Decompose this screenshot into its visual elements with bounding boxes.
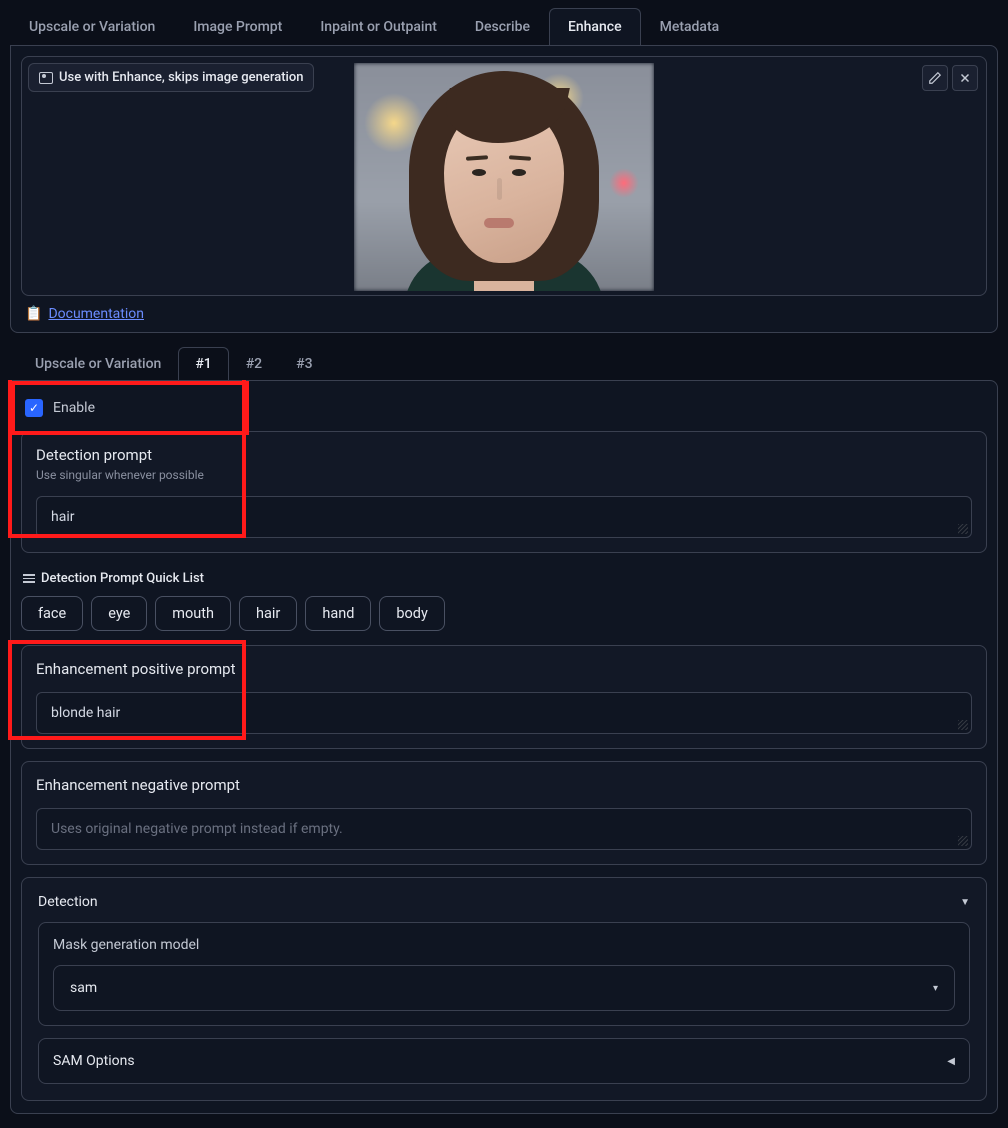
dropdown-caret-icon: ▾ xyxy=(933,983,938,994)
upload-banner-text: Use with Enhance, skips image generation xyxy=(59,70,303,85)
documentation-link[interactable]: Documentation xyxy=(48,306,144,322)
upload-corner-buttons xyxy=(922,65,978,91)
negative-prompt-label: Enhancement negative prompt xyxy=(36,776,972,794)
quick-list-header: Detection Prompt Quick List xyxy=(23,571,987,586)
tab-inpaint-outpaint[interactable]: Inpaint or Outpaint xyxy=(301,8,456,45)
tab-describe[interactable]: Describe xyxy=(456,8,549,45)
image-icon xyxy=(39,72,53,84)
detection-accordion: Detection ▼ Mask generation model sam ▾ … xyxy=(21,877,987,1101)
chip-eye[interactable]: eye xyxy=(91,596,147,631)
quick-list-chips: face eye mouth hair hand body xyxy=(21,596,987,631)
tab-upscale[interactable]: Upscale or Variation xyxy=(10,8,174,45)
uploaded-image-preview xyxy=(354,63,654,291)
pencil-icon xyxy=(928,71,942,85)
chip-mouth[interactable]: mouth xyxy=(155,596,231,631)
clipboard-icon: 📋 xyxy=(25,306,42,322)
enhance-slot-panel: ✓ Enable Detection prompt Use singular w… xyxy=(10,380,998,1114)
mask-model-select[interactable]: sam ▾ xyxy=(53,965,955,1011)
list-icon xyxy=(23,574,35,583)
tab-image-prompt[interactable]: Image Prompt xyxy=(174,8,301,45)
negative-prompt-input[interactable]: Uses original negative prompt instead if… xyxy=(36,808,972,850)
mask-model-box: Mask generation model sam ▾ xyxy=(38,922,970,1026)
chip-hand[interactable]: hand xyxy=(305,596,371,631)
sam-options-box: SAM Options ◀ xyxy=(38,1038,970,1084)
subtab-2[interactable]: #2 xyxy=(229,347,279,380)
remove-image-button[interactable] xyxy=(952,65,978,91)
enable-row: ✓ Enable xyxy=(15,385,245,431)
detection-accordion-header[interactable]: Detection ▼ xyxy=(38,894,970,910)
positive-prompt-section: Enhancement positive prompt blonde hair xyxy=(21,645,987,749)
edit-image-button[interactable] xyxy=(922,65,948,91)
main-tabs: Upscale or Variation Image Prompt Inpain… xyxy=(10,8,998,45)
resize-handle-icon[interactable] xyxy=(958,720,968,730)
documentation-row: 📋 Documentation xyxy=(21,306,987,322)
chip-hair[interactable]: hair xyxy=(239,596,297,631)
detection-prompt-input[interactable]: hair xyxy=(36,496,972,538)
positive-prompt-input[interactable]: blonde hair xyxy=(36,692,972,734)
chip-body[interactable]: body xyxy=(379,596,444,631)
resize-handle-icon[interactable] xyxy=(958,836,968,846)
subtab-upscale-variation[interactable]: Upscale or Variation xyxy=(18,347,178,380)
image-upload-box[interactable]: Use with Enhance, skips image generation xyxy=(21,56,987,296)
detection-prompt-label: Detection prompt xyxy=(36,446,972,464)
chevron-left-icon: ◀ xyxy=(947,1056,955,1067)
subtab-3[interactable]: #3 xyxy=(279,347,329,380)
tab-enhance[interactable]: Enhance xyxy=(549,8,641,45)
upload-banner: Use with Enhance, skips image generation xyxy=(28,63,314,92)
enhance-subtabs: Upscale or Variation #1 #2 #3 xyxy=(10,347,998,380)
detection-prompt-sublabel: Use singular whenever possible xyxy=(36,468,972,482)
sam-options-header[interactable]: SAM Options ◀ xyxy=(53,1053,955,1069)
detection-prompt-section: Detection prompt Use singular whenever p… xyxy=(21,431,987,553)
enable-label: Enable xyxy=(53,400,95,416)
mask-model-label: Mask generation model xyxy=(53,937,955,953)
resize-handle-icon[interactable] xyxy=(958,524,968,534)
chevron-down-icon: ▼ xyxy=(960,897,970,908)
tab-metadata[interactable]: Metadata xyxy=(641,8,739,45)
highlight-region-1: ✓ Enable xyxy=(11,381,249,435)
subtab-1[interactable]: #1 xyxy=(178,347,228,380)
chip-face[interactable]: face xyxy=(21,596,83,631)
close-icon xyxy=(958,71,972,85)
enable-checkbox[interactable]: ✓ xyxy=(25,399,43,417)
negative-prompt-section: Enhancement negative prompt Uses origina… xyxy=(21,761,987,865)
positive-prompt-label: Enhancement positive prompt xyxy=(36,660,972,678)
enhance-panel: Use with Enhance, skips image generation… xyxy=(10,45,998,333)
